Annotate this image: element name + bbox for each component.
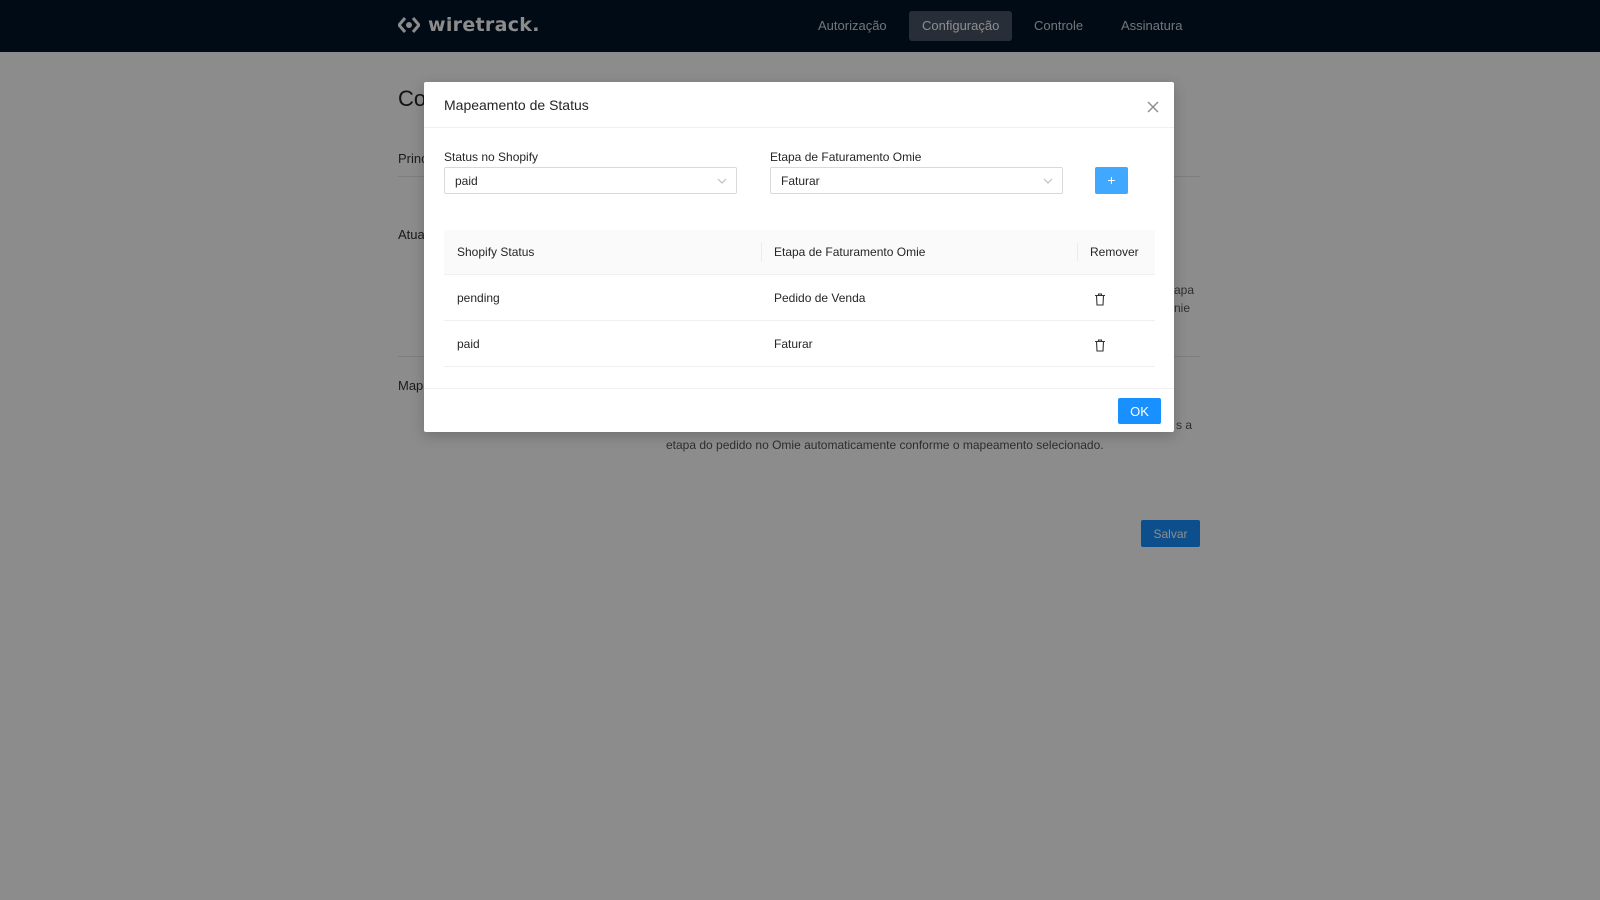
table-header: Shopify Status Etapa de Faturamento Omie… [444,230,1155,275]
omie-stage-value: Faturar [781,174,820,188]
modal-title: Mapeamento de Status [444,97,589,113]
status-mapping-modal: Mapeamento de Status Status no Shopify p… [424,82,1174,432]
mapping-table: Shopify Status Etapa de Faturamento Omie… [444,230,1155,367]
cell-omie-stage: Faturar [774,337,813,351]
shopify-status-value: paid [455,174,478,188]
column-divider [1077,243,1078,261]
omie-stage-label: Etapa de Faturamento Omie [770,150,922,164]
table-row: pending Pedido de Venda [444,275,1155,321]
omie-stage-select[interactable]: Faturar [770,167,1063,194]
modal-footer [424,388,1174,432]
shopify-status-select[interactable]: paid [444,167,737,194]
close-icon[interactable] [1146,100,1160,114]
chevron-down-icon [717,178,727,184]
cell-shopify-status: paid [457,337,480,351]
add-mapping-button[interactable]: + [1095,167,1128,194]
modal-header: Mapeamento de Status [424,82,1174,128]
cell-omie-stage: Pedido de Venda [774,291,866,305]
trash-icon[interactable] [1094,339,1106,352]
column-header-shopify-status: Shopify Status [457,245,535,259]
column-header-omie-stage: Etapa de Faturamento Omie [774,245,926,259]
column-divider [761,243,762,261]
column-header-remover: Remover [1090,245,1139,259]
table-row: paid Faturar [444,321,1155,367]
trash-icon[interactable] [1094,293,1106,306]
cell-shopify-status: pending [457,291,500,305]
chevron-down-icon [1043,178,1053,184]
ok-button[interactable]: OK [1118,398,1161,424]
shopify-status-label: Status no Shopify [444,150,539,164]
